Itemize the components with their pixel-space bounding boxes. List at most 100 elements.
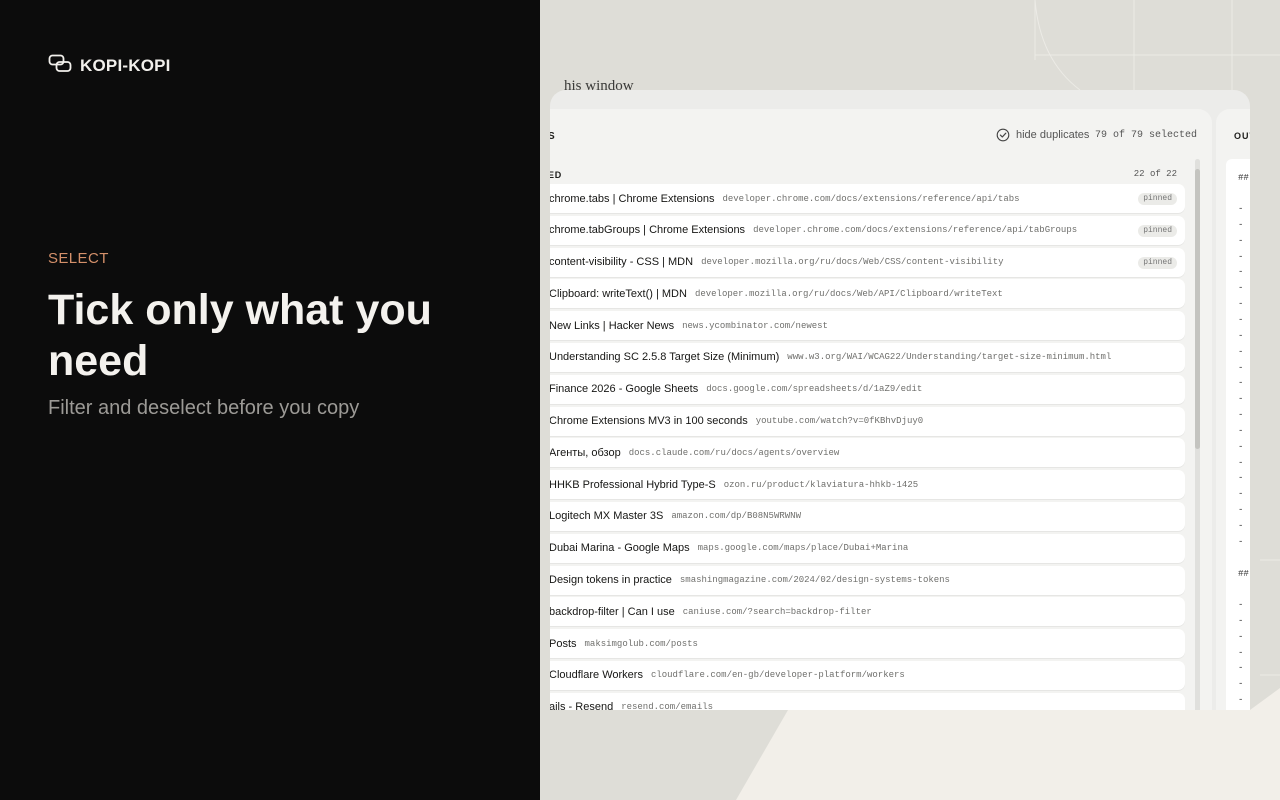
output-list-marker: - — [1238, 505, 1244, 516]
output-list-marker: - — [1238, 378, 1244, 389]
tab-url: developer.chrome.com/docs/extensions/ref… — [753, 225, 1078, 236]
output-preview[interactable]: ## - - - - - - - - - - - - - - - - - - - - - - ## - - - - - - - — [1226, 159, 1250, 710]
tab-row[interactable]: Агенты, обзор docs.claude.com/ru/docs/age… — [550, 438, 1185, 468]
tab-list-panel: S hide duplicates 79 of 79 selected ED 2… — [550, 109, 1212, 710]
hide-duplicates-toggle[interactable]: hide duplicates — [996, 128, 1089, 142]
tab-row[interactable]: chrome.tabGroups | Chrome Extensions deve… — [550, 215, 1185, 245]
scrollbar-thumb[interactable] — [1195, 169, 1200, 449]
hero-subline: Filter and deselect before you copy — [48, 397, 360, 419]
panel-title: S — [550, 131, 556, 142]
screenshot-stage: his window S hide duplicates 79 of 79 se… — [540, 0, 1280, 800]
output-list-marker: - — [1238, 489, 1244, 500]
tab-title: Understanding SC 2.5.8 Target Size (Mini… — [550, 351, 780, 364]
group-title: ED — [550, 170, 563, 180]
tab-title: Агенты, обзор — [550, 446, 621, 459]
tab-row[interactable]: HHKB Professional Hybrid Type-S ozon.ru/p… — [550, 470, 1185, 500]
tab-url: caniuse.com/?search=backdrop-filter — [682, 606, 872, 617]
output-list-marker: - — [1238, 663, 1244, 674]
output-list-marker: - — [1238, 330, 1244, 341]
output-list-marker: - — [1238, 235, 1244, 246]
pinned-badge: pinned — [1138, 224, 1177, 237]
list-scrollbar[interactable] — [1195, 159, 1200, 710]
tab-url: developer.mozilla.org/ru/docs/Web/CSS/co… — [701, 257, 1004, 268]
tab-title: New Links | Hacker News — [550, 319, 675, 332]
output-heading-marker: ## — [1238, 173, 1249, 183]
tab-row[interactable]: Design tokens in practice smashingmagazin… — [550, 565, 1185, 595]
tab-row[interactable]: New Links | Hacker News news.ycombinator.… — [550, 311, 1185, 341]
tab-title: Dubai Marina - Google Maps — [550, 542, 690, 555]
output-list-marker: - — [1238, 362, 1244, 373]
copy-links-icon — [48, 54, 72, 72]
output-list-marker: - — [1238, 615, 1244, 626]
output-list-marker: - — [1238, 267, 1244, 278]
output-list-marker: - — [1238, 457, 1244, 468]
output-list-marker: - — [1238, 647, 1244, 658]
tab-row[interactable]: Logitech MX Master 3S amazon.com/dp/B08N5… — [550, 501, 1185, 531]
output-list-marker: - — [1238, 410, 1244, 421]
tab-url: maksimgolub.com/posts — [584, 638, 698, 649]
tab-row[interactable]: backdrop-filter | Can I use caniuse.com/?… — [550, 597, 1185, 627]
output-title: OUT — [1234, 131, 1250, 141]
output-list-marker: - — [1238, 425, 1244, 436]
selected-count: 79 of 79 selected — [1095, 130, 1198, 141]
output-list-marker: - — [1238, 283, 1244, 294]
tab-row[interactable]: Understanding SC 2.5.8 Target Size (Mini… — [550, 342, 1185, 372]
tab-title: Posts — [550, 637, 577, 650]
tab-title: backdrop-filter | Can I use — [550, 605, 675, 618]
tab-row[interactable]: Chrome Extensions MV3 in 100 seconds yout… — [550, 406, 1185, 436]
tab-title: chrome.tabGroups | Chrome Extensions — [550, 224, 746, 237]
tab-url: docs.claude.com/ru/docs/agents/overview — [628, 447, 840, 458]
output-heading-marker: ## — [1238, 569, 1249, 579]
pinned-badge: pinned — [1138, 193, 1177, 205]
group-count: 22 of 22 — [1133, 169, 1177, 179]
tab-title: HHKB Professional Hybrid Type-S — [550, 478, 716, 491]
output-list-marker: - — [1238, 394, 1244, 405]
output-list-marker: - — [1238, 679, 1244, 690]
tab-row[interactable]: ails - Resend resend.com/emails — [550, 692, 1185, 710]
section-eyebrow: SELECT — [48, 250, 109, 267]
tab-url: youtube.com/watch?v=0fKBhvDjuy0 — [755, 416, 924, 427]
tab-title: Finance 2026 - Google Sheets — [550, 383, 699, 396]
brand-name: KOPI-KOPI — [80, 56, 171, 75]
tab-title: Logitech MX Master 3S — [550, 510, 664, 523]
tab-url: cloudflare.com/en-gb/developer-platform/… — [650, 670, 905, 681]
output-list-marker: - — [1238, 251, 1244, 262]
tab-url: news.ycombinator.com/newest — [682, 320, 828, 331]
tab-url: developer.mozilla.org/ru/docs/Web/API/Cl… — [694, 288, 1003, 299]
output-list-marker: - — [1238, 346, 1244, 357]
tab-title: Clipboard: writeText() | MDN — [550, 287, 687, 300]
output-panel: OUT ## - - - - - - - - - - - - - - - - - - - - - - ## - - - - - - - — [1216, 109, 1250, 710]
output-list-marker: - — [1238, 631, 1244, 642]
tab-row[interactable]: Finance 2026 - Google Sheets docs.google.… — [550, 374, 1185, 404]
intro-panel: KOPI-KOPI SELECT Tick only what you need… — [0, 0, 540, 800]
tab-title: Design tokens in practice — [550, 574, 672, 587]
check-circle-icon — [996, 128, 1010, 142]
tab-list: chrome.tabs | Chrome Extensions developer… — [550, 184, 1185, 710]
output-list-marker: - — [1238, 314, 1244, 325]
hero-headline: Tick only what you need — [48, 286, 432, 385]
tab-title: Cloudflare Workers — [550, 669, 643, 682]
tab-url: ozon.ru/product/klaviatura-hhkb-1425 — [723, 479, 919, 490]
output-list-marker: - — [1238, 521, 1244, 531]
tab-url: maps.google.com/maps/place/Dubai+Marina — [697, 543, 909, 554]
group-header[interactable]: ED 22 of 22 — [550, 167, 1185, 183]
output-list-marker: - — [1238, 299, 1244, 310]
tab-title: content-visibility - CSS | MDN — [550, 256, 694, 269]
tab-url: amazon.com/dp/B08N5WRWNW — [671, 511, 801, 522]
output-list-marker: - — [1238, 695, 1244, 706]
tab-row[interactable]: Clipboard: writeText() | MDN developer.mo… — [550, 279, 1185, 309]
output-list-marker: - — [1238, 536, 1244, 547]
tab-row[interactable]: Dubai Marina - Google Maps maps.google.co… — [550, 533, 1185, 563]
output-list-marker: - — [1238, 600, 1244, 610]
tab-row[interactable]: chrome.tabs | Chrome Extensions developer… — [550, 184, 1185, 213]
hide-duplicates-label: hide duplicates — [1016, 129, 1090, 141]
brand: KOPI-KOPI — [48, 54, 171, 76]
tab-title: chrome.tabs | Chrome Extensions — [550, 192, 715, 205]
output-list-marker: - — [1238, 219, 1244, 230]
tab-row[interactable]: Cloudflare Workers cloudflare.com/en-gb/d… — [550, 660, 1185, 690]
tab-title: ails - Resend — [550, 701, 614, 710]
output-list-marker: - — [1238, 473, 1244, 484]
tab-row[interactable]: Posts maksimgolub.com/posts — [550, 629, 1185, 659]
tab-url: www.w3.org/WAI/WCAG22/Understanding/targ… — [787, 352, 1112, 363]
tab-row[interactable]: content-visibility - CSS | MDN developer.… — [550, 247, 1185, 277]
